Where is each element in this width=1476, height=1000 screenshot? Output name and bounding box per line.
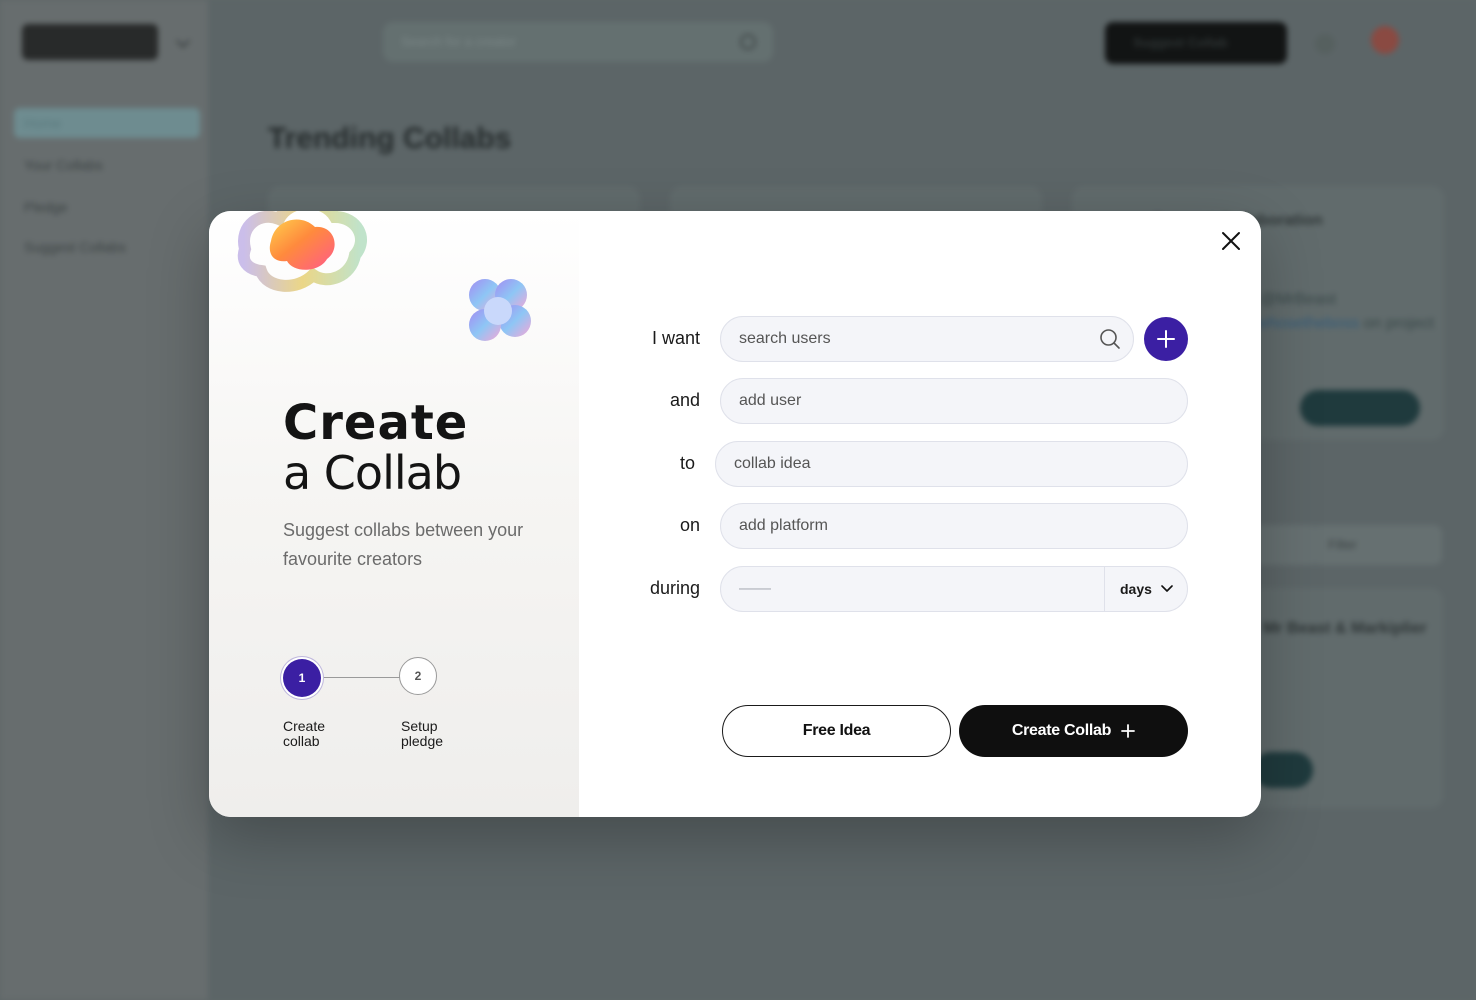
app-logo: [22, 24, 158, 60]
free-idea-button[interactable]: Free Idea: [722, 705, 951, 757]
create-collab-button[interactable]: Create Collab: [959, 705, 1188, 757]
search-users-placeholder: search users: [739, 330, 831, 347]
notification-icon[interactable]: [1315, 34, 1335, 54]
card-title: Mr Beast & Markiplier: [1263, 620, 1427, 637]
decorative-3d-shape-icon: [237, 211, 367, 292]
duration-unit-label: days: [1120, 581, 1152, 597]
chevron-down-icon: [1161, 585, 1173, 592]
chevron-down-icon: [175, 33, 191, 49]
add-platform-placeholder: add platform: [739, 517, 828, 534]
modal-subtitle: a Collab: [283, 446, 462, 500]
during-label: during: [649, 578, 700, 598]
modal-form-panel: I want search users and add user to coll…: [579, 211, 1261, 817]
add-user-input[interactable]: add user: [720, 378, 1188, 424]
add-user-button[interactable]: [1144, 317, 1188, 361]
sidebar-item-home[interactable]: Home: [14, 108, 200, 138]
step-1-label: Create collab: [283, 718, 326, 749]
card-button[interactable]: [1253, 752, 1313, 788]
card-text-line2: on project: [1363, 315, 1434, 332]
decorative-3d-flower-icon: [469, 279, 531, 341]
card-button[interactable]: [1300, 390, 1420, 426]
suggest-collab-button[interactable]: Suggest Collab: [1105, 22, 1287, 64]
add-platform-input[interactable]: add platform: [720, 503, 1188, 549]
close-icon[interactable]: [1219, 229, 1243, 253]
modal-intro-panel: Create a Collab Suggest collabs between …: [209, 211, 579, 817]
filter-dropdown[interactable]: Filter: [1312, 525, 1442, 565]
duration-placeholder: ——: [739, 580, 771, 597]
page-title: Trending Collabs: [268, 122, 512, 155]
progress-stepper: 1 2 Create collab Setup pledge: [283, 657, 483, 749]
create-collab-modal: Create a Collab Suggest collabs between …: [209, 211, 1261, 817]
sidebar-item-suggest-collabs[interactable]: Suggest Collabs: [14, 232, 200, 262]
sidebar: Home Your Collabs Pledge Suggest Collabs: [0, 0, 208, 1000]
plus-icon: [1121, 724, 1136, 738]
free-idea-label: Free Idea: [802, 722, 871, 739]
divider: [1104, 567, 1105, 611]
form-row-during: during —— days: [650, 566, 1188, 612]
search-icon: [740, 34, 756, 50]
background-search-input[interactable]: Search for a creator: [383, 22, 773, 62]
step-2-indicator: 2: [399, 657, 437, 695]
duration-input[interactable]: ——: [720, 566, 1188, 612]
avatar[interactable]: [1371, 26, 1399, 54]
sidebar-item-pledge[interactable]: Pledge: [14, 192, 200, 222]
stepper-connector: [321, 677, 401, 678]
form-row-and: and add user: [670, 378, 1188, 424]
plus-icon: [1157, 330, 1175, 348]
and-label: and: [669, 390, 700, 410]
want-label: I want: [651, 328, 700, 348]
to-label: to: [679, 453, 695, 473]
search-users-input[interactable]: search users: [720, 316, 1134, 362]
form-row-want: I want search users: [652, 316, 1190, 362]
collab-card[interactable]: Mr Beast & Markiplier: [1243, 588, 1443, 808]
search-icon[interactable]: [1099, 328, 1121, 350]
form-row-on: on add platform: [680, 503, 1188, 549]
collab-idea-input[interactable]: collab idea: [715, 441, 1188, 487]
add-user-placeholder: add user: [739, 392, 802, 409]
step-2-label: Setup pledge: [401, 718, 444, 749]
form-row-to: to collab idea: [680, 441, 1188, 487]
sidebar-item-your-collabs[interactable]: Your Collabs: [14, 150, 200, 180]
collab-idea-placeholder: collab idea: [734, 455, 811, 472]
modal-description: Suggest collabs between your favourite c…: [283, 520, 524, 569]
create-collab-label: Create Collab: [1011, 722, 1112, 739]
modal-title: Create: [283, 395, 469, 451]
duration-unit-select[interactable]: days: [1120, 567, 1173, 611]
step-1-indicator: 1: [283, 659, 321, 697]
on-label: on: [679, 515, 700, 535]
